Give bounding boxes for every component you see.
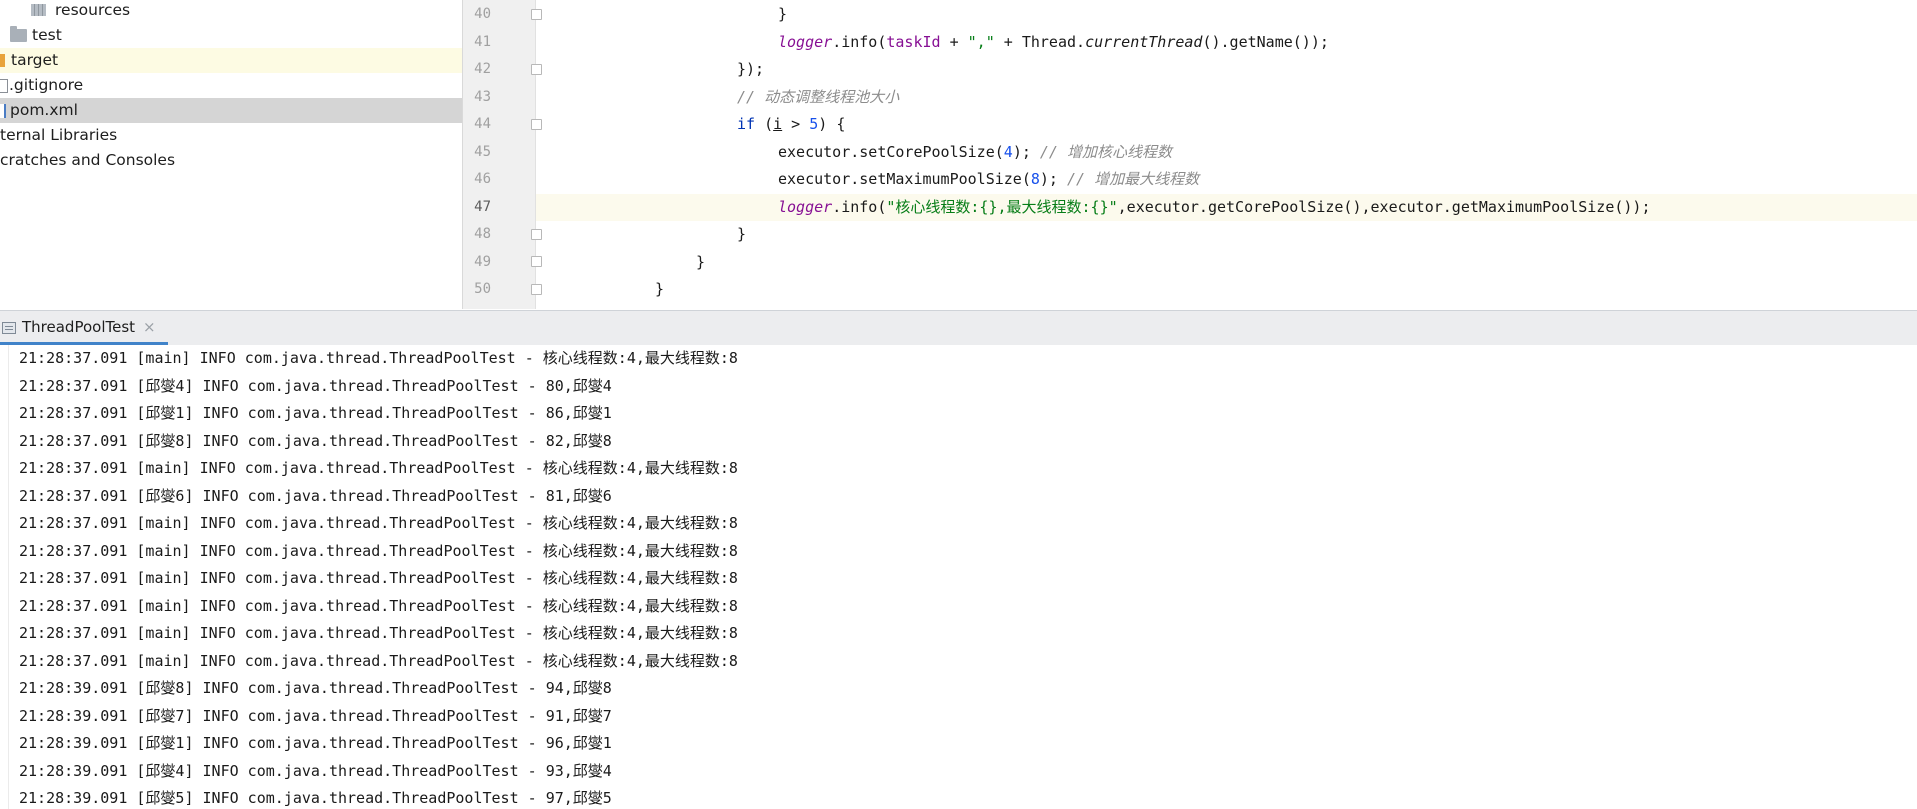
console-line: 21:28:39.091 [邱燮7] INFO com.java.thread.… (19, 706, 612, 725)
console-line: 21:28:37.091 [main] INFO com.java.thread… (19, 514, 738, 532)
console-line: 21:28:37.091 [邱燮8] INFO com.java.thread.… (19, 431, 612, 450)
code-line-50: } (655, 280, 665, 298)
console-line: 21:28:39.091 [邱燮1] INFO com.java.thread.… (19, 734, 612, 752)
editor-gutter: 40 41 42 43 44 45 46 47 48 49 50 (463, 0, 536, 309)
line-number: 47 (474, 198, 491, 215)
close-icon[interactable]: × (143, 317, 156, 337)
console-gutter (0, 345, 9, 809)
tree-item-label: resources (55, 1, 131, 19)
console-output[interactable]: 21:28:37.091 [main] INFO com.java.thread… (0, 345, 1917, 809)
console-line: 21:28:39.091 [邱燮8] INFO com.java.thread.… (19, 679, 612, 697)
console-line: 21:28:37.091 [main] INFO com.java.thread… (19, 624, 738, 642)
gitignore-file-icon (0, 79, 8, 93)
line-number: 40 (474, 6, 491, 22)
console-line: 21:28:37.091 [main] INFO com.java.thread… (19, 596, 738, 615)
line-number: 50 (474, 281, 491, 297)
console-line: 21:28:39.091 [邱燮4] INFO com.java.thread.… (19, 761, 612, 780)
tree-item-target[interactable]: target (0, 48, 462, 73)
tree-item-label: cratches and Consoles (0, 151, 176, 169)
console-line: 21:28:39.091 [邱燮5] INFO com.java.thread.… (19, 789, 612, 807)
folder-icon (10, 26, 27, 42)
code-line-48: } (737, 225, 747, 243)
run-tool-window-header: ThreadPoolTest × (0, 310, 1917, 346)
tree-item-label: ternal Libraries (0, 126, 118, 144)
tree-item-label: .gitignore (9, 76, 84, 94)
tab-label: ThreadPoolTest (22, 318, 136, 336)
line-number: 42 (474, 61, 491, 77)
code-line-43: // 动态调整线程池大小 (737, 87, 900, 106)
line-number: 43 (474, 88, 491, 105)
console-line: 21:28:37.091 [main] INFO com.java.thread… (19, 349, 738, 367)
line-number: 45 (474, 143, 491, 160)
resources-folder-icon (31, 4, 46, 16)
tab-threadpooltest[interactable]: ThreadPoolTest × (0, 311, 168, 345)
maven-file-icon (0, 104, 6, 118)
tree-item-label: target (11, 51, 59, 69)
code-line-44: if (i > 5) { (737, 115, 846, 133)
tree-item-test[interactable]: test (0, 23, 462, 48)
code-editor[interactable]: 40 41 42 43 44 45 46 47 48 49 50 } logge… (463, 0, 1917, 309)
console-line: 21:28:37.091 [main] INFO com.java.thread… (19, 569, 738, 587)
code-line-41: logger.info(taskId + "," + Thread.curren… (778, 32, 1329, 51)
line-number: 44 (474, 116, 491, 132)
code-line-46: executor.setMaximumPoolSize(8); // 增加最大线… (778, 170, 1200, 188)
excluded-folder-icon (0, 54, 5, 67)
tree-item-label: test (32, 26, 62, 44)
console-line: 21:28:37.091 [main] INFO com.java.thread… (19, 459, 738, 477)
tree-item-scratches-and-consoles[interactable]: cratches and Consoles (0, 148, 462, 173)
code-line-49: } (696, 252, 706, 271)
console-line: 21:28:37.091 [main] INFO com.java.thread… (19, 651, 738, 670)
code-line-45: executor.setCorePoolSize(4); // 增加核心线程数 (778, 142, 1172, 161)
tree-item-resources[interactable]: resources (0, 0, 462, 23)
console-icon (2, 322, 16, 334)
tree-item-gitignore[interactable]: .gitignore (0, 73, 462, 98)
console-line: 21:28:37.091 [邱燮1] INFO com.java.thread.… (19, 404, 612, 422)
tree-item-pom-xml[interactable]: pom.xml (0, 98, 462, 123)
line-number: 48 (474, 226, 491, 242)
console-line: 21:28:37.091 [邱燮6] INFO com.java.thread.… (19, 486, 612, 505)
line-number: 46 (474, 171, 491, 187)
tree-item-external-libraries[interactable]: ternal Libraries (0, 123, 462, 148)
code-line-42: }); (737, 60, 765, 78)
code-line-47: logger.info("核心线程数:{},最大线程数:{}",executor… (536, 193, 1917, 221)
line-number: 41 (474, 33, 491, 50)
tree-item-label: pom.xml (10, 101, 78, 119)
console-line: 21:28:37.091 [邱燮4] INFO com.java.thread.… (19, 376, 612, 395)
line-number: 49 (474, 253, 491, 270)
console-line: 21:28:37.091 [main] INFO com.java.thread… (19, 541, 738, 560)
project-tree-panel: resources test target .gitignore pom.xml… (0, 0, 463, 309)
code-line-40: } (778, 5, 788, 23)
